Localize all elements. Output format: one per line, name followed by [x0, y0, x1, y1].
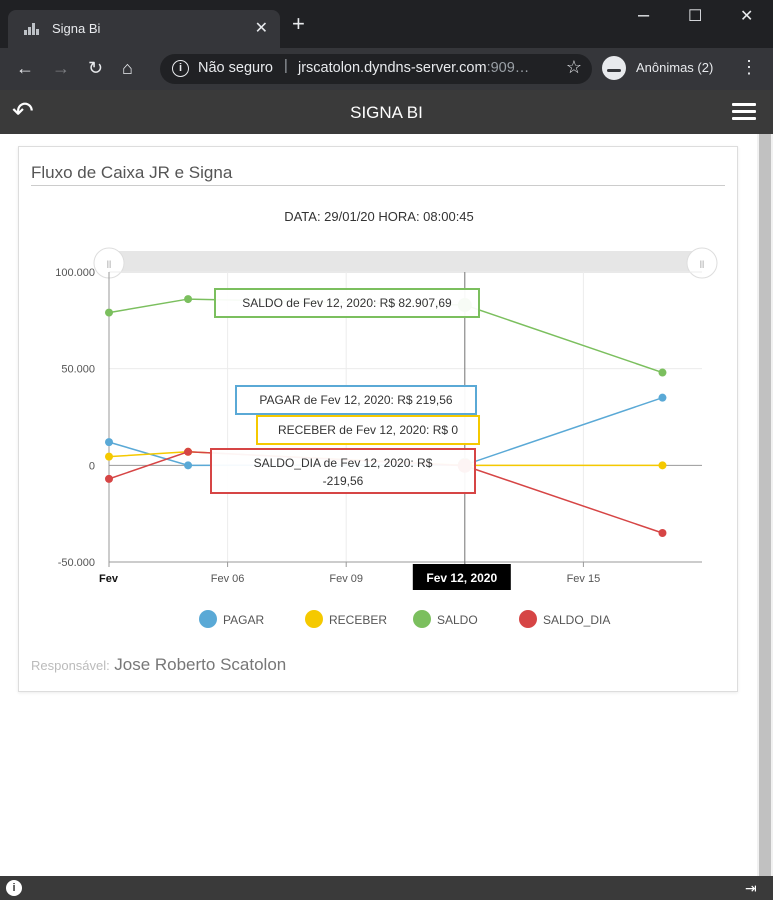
forward-arrow-icon[interactable]: → — [52, 57, 70, 79]
scrollbar-thumb[interactable] — [759, 134, 771, 876]
x-tick-label: Fev 15 — [567, 573, 601, 585]
data-point-saldo[interactable] — [184, 295, 193, 304]
data-point-receber[interactable] — [658, 461, 667, 470]
data-point-pagar[interactable] — [184, 461, 193, 470]
info-icon[interactable]: i — [172, 60, 189, 77]
logout-icon[interactable]: ⇥ — [745, 880, 761, 896]
legend-label: SALDO_DIA — [543, 613, 611, 627]
responsible-line: Responsável: Jose Roberto Scatolon — [31, 655, 286, 675]
legend-label: SALDO — [437, 613, 478, 627]
x-tick-label: Fev 09 — [329, 573, 363, 585]
browser-tab[interactable]: Signa Bi ✕ — [8, 10, 280, 48]
app-title: SIGNA BI — [350, 103, 423, 122]
minimize-icon[interactable]: – — [638, 4, 649, 27]
browser-toolbar: ← → ↻ ⌂ i Não seguro | jrscatolon.dyndns… — [0, 48, 773, 90]
info-circle-icon[interactable]: i — [6, 880, 22, 896]
legend-dot — [519, 610, 537, 628]
y-tick-label: 100.000 — [55, 267, 95, 279]
y-tick-label: -50.000 — [58, 557, 95, 569]
back-arrow-icon[interactable]: ← — [16, 57, 34, 79]
browser-menu-icon[interactable]: ⋮ — [740, 57, 758, 78]
tooltip-text: SALDO de Fev 12, 2020: R$ 82.907,69 — [242, 296, 452, 310]
browser-tab-bar: Signa Bi ✕ + – ☐ ✕ — [0, 0, 773, 48]
window-close-icon[interactable]: ✕ — [740, 6, 753, 26]
legend-dot — [413, 610, 431, 628]
legend-dot — [199, 610, 217, 628]
tooltip-text: SALDO_DIA de Fev 12, 2020: R$ — [254, 456, 433, 470]
legend-label: PAGAR — [223, 613, 265, 627]
y-tick-label: 0 — [89, 460, 95, 472]
x-tick-label: Fev — [99, 573, 119, 585]
x-tick-label: Fev 06 — [211, 573, 245, 585]
hamburger-menu-icon[interactable] — [732, 103, 756, 121]
y-tick-label: 50.000 — [61, 364, 95, 376]
home-icon[interactable]: ⌂ — [122, 57, 133, 79]
x-tick-label: Fev 12, 2020 — [426, 571, 497, 585]
url-text: jrscatolon.dyndns-server.com:909… — [298, 60, 529, 76]
bar-chart-icon — [24, 23, 40, 35]
legend-label: RECEBER — [329, 613, 388, 627]
security-label: Não seguro — [198, 60, 273, 76]
data-point-saldo_dia[interactable] — [658, 529, 667, 537]
data-point-receber[interactable] — [105, 452, 113, 461]
url-host: jrscatolon.dyndns-server.com — [298, 60, 487, 76]
address-separator: | — [284, 58, 288, 74]
grip-icon: ll — [107, 260, 111, 271]
tooltip-text: -219,56 — [323, 474, 364, 488]
app-status-bar: i ⇥ — [0, 876, 773, 900]
tab-close-icon[interactable]: ✕ — [255, 18, 268, 38]
scrollbar[interactable] — [757, 134, 773, 876]
tab-title: Signa Bi — [52, 21, 101, 36]
data-point-pagar[interactable] — [658, 393, 667, 402]
data-point-pagar[interactable] — [105, 438, 113, 447]
address-bar[interactable]: i Não seguro | jrscatolon.dyndns-server.… — [160, 54, 592, 84]
data-point-saldo_dia[interactable] — [105, 474, 113, 483]
range-slider-track[interactable] — [109, 251, 702, 273]
cash-flow-card: Fluxo de Caixa JR e Signa DATA: 29/01/20… — [18, 146, 738, 692]
new-tab-icon[interactable]: + — [292, 13, 305, 35]
grip-icon: ll — [700, 260, 704, 271]
responsible-label: Responsável: — [31, 658, 110, 673]
legend-dot — [305, 610, 323, 628]
data-point-saldo[interactable] — [658, 368, 667, 377]
app-header: ↶ SIGNA BI — [0, 90, 773, 134]
cash-flow-chart: ll ll 100.000 50.000 0 -50.000 Fev Fev 06 Fev 09… — [55, 247, 718, 590]
data-point-saldo[interactable] — [105, 308, 113, 317]
url-rest: :909… — [486, 60, 530, 76]
maximize-icon[interactable]: ☐ — [688, 6, 702, 26]
reload-icon[interactable]: ↻ — [88, 57, 103, 79]
bookmark-star-icon[interactable]: ☆ — [566, 57, 582, 78]
tooltip-text: PAGAR de Fev 12, 2020: R$ 219,56 — [259, 393, 453, 407]
tooltip-text: RECEBER de Fev 12, 2020: R$ 0 — [278, 423, 458, 437]
data-point-saldo_dia[interactable] — [184, 447, 193, 456]
incognito-icon — [602, 56, 626, 80]
incognito-label: Anônimas (2) — [636, 60, 714, 75]
responsible-name: Jose Roberto Scatolon — [114, 655, 287, 674]
